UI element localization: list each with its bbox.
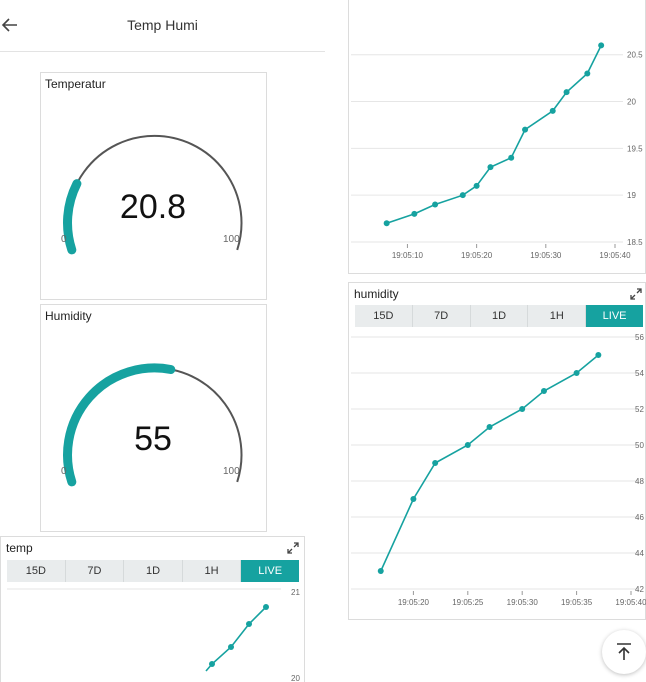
humidity-max-label: 100 [223,466,240,477]
temp-chart-y-tick: 20 [627,98,636,107]
humidity-chart-x-tick: 19:05:30 [507,598,539,607]
dashboard-page: Temp Humi Temperatur 20.8 0 100 Humidity… [0,0,646,682]
temp-mini-chart: 21 20 [7,588,300,682]
humidity-chart-y-tick: 42 [635,585,644,594]
mini-chart-data-point[interactable] [228,644,234,650]
temp-chart-y-tick: 18.5 [627,238,643,247]
humidity-chart-y-tick: 54 [635,369,644,378]
humidity-gauge [63,363,243,487]
humidity-chart-widget: humidity 15D 7D 1D 1H LIVE 56 54 52 50 48 46 4… [348,282,646,620]
temperature-gauge-fill [63,179,82,255]
humidity-chart-data-point[interactable] [540,388,547,394]
temp-chart-y-tick: 19 [627,191,636,200]
mini-chart-y-tick: 20 [291,674,300,682]
humidity-chart-x-tick: 19:05:20 [398,598,430,607]
humidity-chart-series-line [380,354,599,572]
humidity-chart-x-tick: 19:05:40 [615,598,646,607]
humidity-chart-y-tick: 46 [635,513,644,522]
humidity-min-label: 0 [61,466,67,477]
temp-chart-x-tick: 19:05:30 [530,251,562,260]
temp-chart-data-point[interactable] [487,164,494,171]
temp-chart-data-point[interactable] [459,192,466,199]
humidity-chart-x-tick: 19:05:35 [561,598,593,607]
temp-chart-x-tick: 19:05:20 [461,251,493,260]
mini-chart-y-tick: 21 [291,588,300,597]
humidity-chart-y-tick: 52 [635,405,644,414]
humidity-chart-y-tick: 48 [635,477,644,486]
temp-chart-data-point[interactable] [432,201,439,208]
humidity-chart-y-tick: 50 [635,441,644,450]
mini-chart-data-point[interactable] [209,661,215,667]
humidity-chart-data-point[interactable] [410,496,417,502]
temp-chart-data-point[interactable] [549,107,556,114]
temp-chart-series-line [386,45,602,225]
temp-chart-y-tick: 20.5 [627,51,643,60]
humidity-value: 55 [134,420,172,458]
temp-chart-widget: temp 15D 7D 1D 1H LIVE 21 20 [0,536,305,682]
temp-chart-data-point[interactable] [522,126,529,133]
app-header: Temp Humi [0,0,325,52]
humidity-chart-x-tick: 19:05:25 [452,598,484,607]
humidity-chart-data-point[interactable] [573,370,580,376]
page-title: Temp Humi [127,17,198,33]
humidity-chart-data-point[interactable] [486,424,493,430]
temperature-min-label: 0 [61,234,67,245]
humidity-chart-y-tick: 56 [635,333,644,342]
humidity-chart-data-point[interactable] [595,352,602,358]
temp-chart-data-point[interactable] [508,154,515,161]
temp-chart-data-point[interactable] [411,210,418,217]
temp-chart-data-point[interactable] [563,89,570,96]
temp-chart-x-tick: 19:05:10 [392,251,424,260]
humidity-chart-data-point[interactable] [519,406,526,412]
humidity-chart-data-point[interactable] [377,568,384,574]
temp-line-chart: 20.5 20 19.5 19 18.5 19:05:10 19:05:20 19:05:30… [351,42,643,260]
mini-chart-data-point[interactable] [263,604,269,610]
temperature-gauge [63,134,243,255]
humidity-chart-y-tick: 44 [635,549,644,558]
temp-chart-data-point[interactable] [584,70,591,77]
humidity-chart-data-point[interactable] [432,460,439,466]
humidity-chart-data-point[interactable] [464,442,471,448]
temperature-gauge-widget: Temperatur 20.8 0 100 [40,72,267,300]
mini-chart-data-point[interactable] [246,621,252,627]
temp-chart-y-tick: 19.5 [627,144,643,153]
humidity-gauge-widget: Humidity 55 0 100 [40,304,267,532]
temp-chart-data-point[interactable] [473,182,480,189]
temp-chart-x-tick: 19:05:40 [599,251,631,260]
temperature-max-label: 100 [223,234,240,245]
temp-chart-data-point[interactable] [383,220,390,227]
temp-line-chart-widget: 20.5 20 19.5 19 18.5 19:05:10 19:05:20 19:05:30… [348,0,646,274]
temp-chart-data-point[interactable] [598,42,605,49]
arrow-up-to-top-icon [617,643,631,660]
scroll-to-top-button[interactable] [602,630,646,674]
mini-chart-series-line [205,606,267,672]
humidity-line-chart: 56 54 52 50 48 46 44 42 19:05:20 19:05:25 19:05:30… [351,333,646,607]
temperature-value: 20.8 [119,188,187,226]
